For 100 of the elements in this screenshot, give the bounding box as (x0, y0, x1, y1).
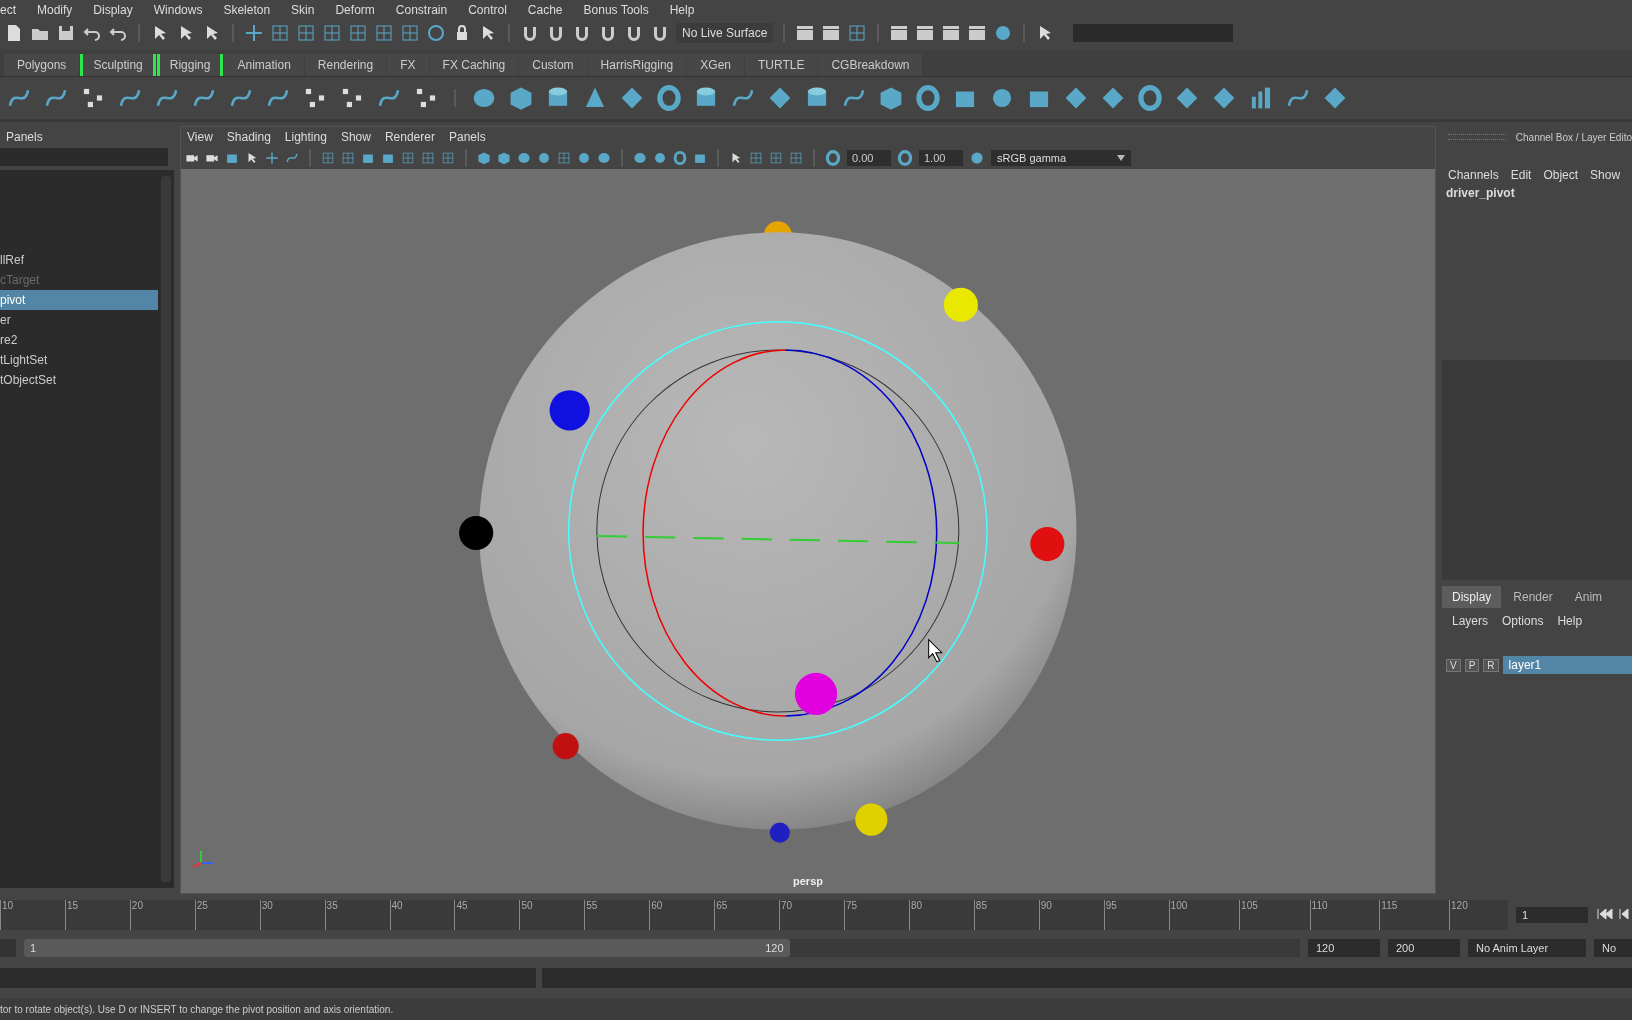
layer-toggle[interactable]: V (1446, 658, 1461, 672)
shelf-tab[interactable]: Rigging (156, 54, 224, 76)
grid-icon[interactable] (441, 151, 455, 165)
playback-controls-icon[interactable] (1596, 907, 1632, 923)
range-slider-track[interactable]: 1 120 (24, 939, 1300, 957)
torus-icon[interactable] (915, 85, 941, 111)
shelf-tab[interactable]: Polygons (4, 54, 80, 76)
channel-box-menu[interactable]: Show (1590, 168, 1621, 182)
input-field[interactable] (1073, 24, 1234, 42)
menu-item[interactable]: Bonus Tools (583, 3, 649, 17)
clapperboard-icon[interactable] (821, 23, 842, 43)
diamond-icon[interactable] (619, 85, 645, 111)
torus-icon[interactable] (673, 151, 687, 165)
grid-icon[interactable] (374, 23, 394, 43)
gamma-field[interactable]: 1.00 (919, 150, 963, 166)
command-field[interactable] (0, 968, 536, 988)
menu-item[interactable]: Control (468, 3, 507, 17)
clapperboard-icon[interactable] (915, 23, 936, 43)
grid-icon[interactable] (321, 151, 335, 165)
grid-icon[interactable] (847, 23, 868, 43)
plus-icon[interactable] (265, 151, 279, 165)
channel-box-menu[interactable]: Channels (1448, 168, 1499, 182)
clapperboard-icon[interactable] (941, 23, 962, 43)
menu-item[interactable]: Display (93, 3, 133, 17)
grid-icon[interactable] (421, 151, 435, 165)
range-slider-bar[interactable]: 1 120 (24, 939, 790, 957)
cube-icon[interactable] (497, 151, 511, 165)
layer-row[interactable]: layer1 (1502, 656, 1632, 674)
grid-icon[interactable] (769, 151, 783, 165)
clapperboard-icon[interactable] (795, 23, 816, 43)
grid-icon[interactable] (296, 23, 316, 43)
shelf-tab[interactable]: Rendering (304, 54, 387, 76)
character-dropdown[interactable]: No (1594, 939, 1632, 957)
cube-icon[interactable] (878, 85, 904, 111)
end-field[interactable]: 120 (1308, 939, 1380, 957)
grid-icon[interactable] (789, 151, 803, 165)
exposure-field[interactable]: 0.00 (847, 150, 891, 166)
viewport-menu[interactable]: Panels (448, 130, 486, 144)
outliner-item[interactable]: pivot (0, 290, 158, 310)
layer-menu[interactable]: Options (1502, 614, 1544, 628)
menu-item[interactable]: Skeleton (223, 3, 271, 17)
viewport-menu[interactable]: Shading (226, 130, 271, 144)
menu-item[interactable]: Skin (291, 3, 315, 17)
grid-icon[interactable] (400, 23, 420, 43)
viewport-menu[interactable]: Renderer (384, 130, 435, 144)
torus-icon[interactable] (825, 150, 841, 166)
time-ruler[interactable]: 10 15 20 25 30 35 40 45 50 55 60 65 70 75 80 85 90 95 100 105 110 115 120 (0, 900, 1508, 930)
sphere-icon[interactable] (633, 151, 647, 165)
outliner-item[interactable]: er (0, 310, 158, 330)
layer-menu[interactable]: Help (1557, 614, 1583, 628)
outliner-item[interactable]: re2 (0, 330, 158, 350)
curve-icon[interactable] (285, 151, 299, 165)
circle-icon[interactable] (969, 150, 985, 166)
outliner-item[interactable]: llRef (0, 250, 158, 270)
circle-icon[interactable] (653, 151, 667, 165)
cube-icon[interactable] (477, 151, 491, 165)
channel-box-menu[interactable]: Object (1543, 168, 1579, 182)
live-surface-field[interactable]: No Live Surface (676, 23, 774, 43)
layer-tab[interactable]: Display (1442, 586, 1502, 608)
circle-icon[interactable] (577, 151, 591, 165)
grid-icon[interactable] (348, 23, 368, 43)
clapperboard-icon[interactable] (889, 23, 910, 43)
torus-icon[interactable] (1137, 85, 1163, 111)
grid-icon[interactable] (557, 151, 571, 165)
save-icon[interactable] (56, 23, 76, 43)
filter-field[interactable] (0, 148, 168, 166)
torus-icon[interactable] (656, 85, 682, 111)
diamond-icon[interactable] (1063, 85, 1089, 111)
shelf-tab[interactable]: Animation (224, 54, 304, 76)
shelf-tab[interactable]: Sculpting (80, 54, 156, 76)
color-space-dropdown[interactable]: sRGB gamma (991, 150, 1131, 166)
menu-item[interactable]: Constrain (395, 3, 448, 17)
grid-icon[interactable] (270, 23, 290, 43)
menu-item[interactable]: Deform (335, 3, 375, 17)
outliner-item[interactable]: tLightSet (0, 350, 158, 370)
current-frame-field[interactable]: 1 (1516, 907, 1588, 923)
sphere-icon[interactable] (517, 151, 531, 165)
menu-item[interactable]: Modify (37, 3, 73, 17)
viewport[interactable]: persp (181, 169, 1435, 893)
menu-item[interactable]: Windows (153, 3, 203, 17)
menu-item[interactable]: Help (669, 3, 695, 17)
shelf-tab[interactable]: XGen (687, 54, 744, 76)
circle-icon[interactable] (537, 151, 551, 165)
anim-layer-dropdown[interactable]: No Anim Layer (1468, 939, 1586, 957)
diamond-icon[interactable] (1100, 85, 1126, 111)
plus-icon[interactable] (244, 23, 264, 43)
diamond-icon[interactable] (1174, 85, 1200, 111)
shelf-tab[interactable]: CGBreakdown (818, 54, 923, 76)
grid-icon[interactable] (341, 151, 355, 165)
channel-box-menu[interactable]: Edit (1510, 168, 1532, 182)
viewport-menu[interactable]: Lighting (284, 130, 327, 144)
viewport-menu[interactable]: Show (340, 130, 371, 144)
torus-icon[interactable] (897, 150, 913, 166)
menu-item[interactable]: Cache (527, 3, 563, 17)
layer-toggle[interactable]: P (1464, 658, 1480, 672)
shelf-tab[interactable]: FX Caching (429, 54, 519, 76)
diamond-icon[interactable] (1211, 85, 1237, 111)
shelf-tab[interactable]: Custom (519, 54, 587, 76)
layer-menu[interactable]: Layers (1452, 614, 1489, 628)
sphere-icon[interactable] (597, 151, 611, 165)
